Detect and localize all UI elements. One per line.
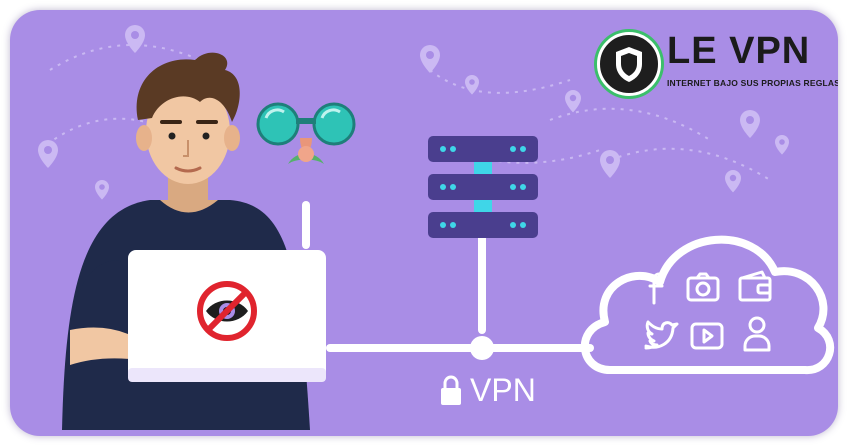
lock-icon	[441, 375, 461, 405]
server-icon	[428, 136, 538, 238]
user-icon	[743, 316, 771, 352]
location-pin-icon	[565, 90, 581, 113]
location-pin-icon	[38, 140, 58, 168]
logo-title: LE VPN	[667, 30, 811, 72]
vpn-label: VPN	[440, 370, 536, 410]
spy-glasses-icon	[256, 102, 356, 164]
le-vpn-logo: LE VPN INTERNET BAJO SUS PROPIAS REGLAS	[593, 28, 838, 100]
vpn-illustration: LE VPN INTERNET BAJO SUS PROPIAS REGLAS …	[10, 10, 838, 436]
location-pin-icon	[125, 25, 145, 53]
camera-icon	[686, 272, 720, 302]
location-pin-icon	[95, 180, 109, 200]
location-pin-icon	[465, 75, 479, 95]
location-pin-icon	[600, 150, 620, 178]
location-pin-icon	[775, 135, 789, 155]
twitter-icon	[644, 320, 679, 350]
wallet-icon	[738, 270, 772, 302]
vpn-text: VPN	[470, 371, 536, 408]
logo-badge-icon	[597, 32, 661, 96]
location-pin-icon	[725, 170, 741, 193]
logo-tagline: INTERNET BAJO SUS PROPIAS REGLAS	[667, 78, 838, 88]
location-pin-icon	[420, 45, 440, 73]
cloud-icon	[580, 235, 835, 375]
location-pin-icon	[740, 110, 760, 138]
network-node	[470, 336, 494, 360]
youtube-icon	[690, 322, 724, 350]
shield-icon	[616, 47, 642, 82]
